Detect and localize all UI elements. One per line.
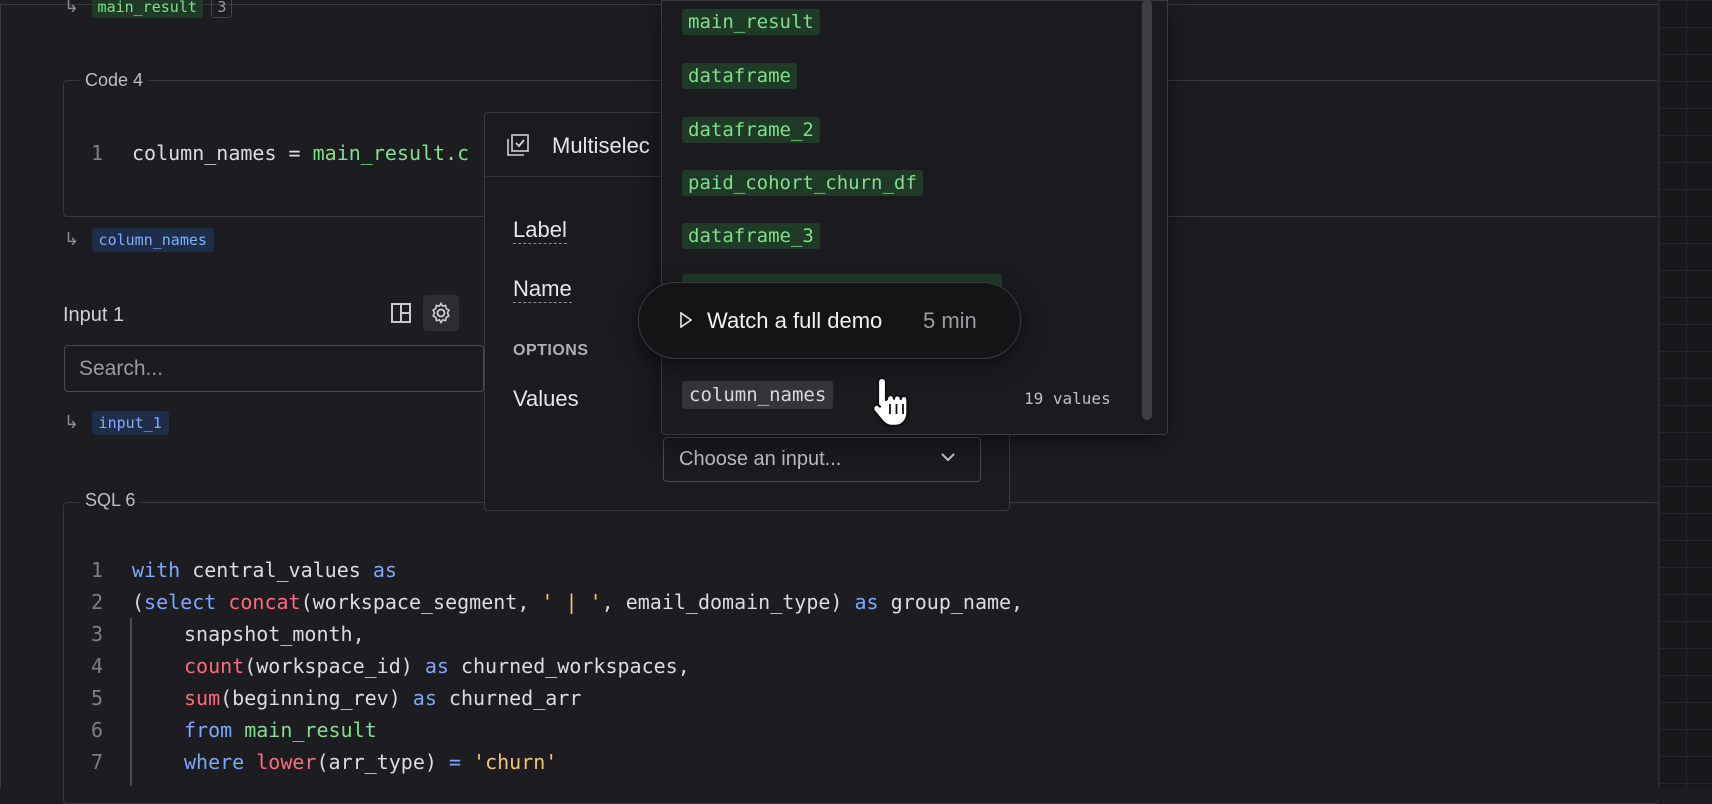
sql-line-6: 6 from main_result bbox=[77, 718, 377, 742]
input-1-title: Input 1 bbox=[63, 304, 125, 326]
cell-title: Code 4 bbox=[79, 70, 150, 91]
sql-line-5: 5 sum(beginning_rev) as churned_arr bbox=[77, 686, 581, 710]
dropdown-option-selected[interactable]: column_names bbox=[682, 381, 834, 409]
line-number: 1 bbox=[90, 558, 104, 582]
code-token: , email_domain_type) bbox=[601, 590, 855, 614]
dropdown-option[interactable]: paid_cohort_churn_df bbox=[682, 170, 923, 196]
gear-icon[interactable] bbox=[423, 295, 459, 331]
code-token: central_values bbox=[180, 558, 373, 582]
code-4-output: ↳ column_names bbox=[64, 228, 214, 252]
sql-line-7: 7 where lower(arr_type) = 'churn' bbox=[77, 750, 557, 774]
label-field-label: Label bbox=[513, 217, 567, 244]
options-header: OPTIONS bbox=[513, 342, 589, 359]
output-count-badge: 3 bbox=[211, 0, 233, 18]
code-token: ' | ' bbox=[541, 590, 602, 614]
top-output-row: ↳ main_result 3 bbox=[64, 0, 233, 18]
line-number: 6 bbox=[90, 718, 104, 742]
dropdown-option[interactable]: dataframe_2 bbox=[682, 117, 820, 143]
search-input[interactable]: Search... bbox=[64, 345, 484, 392]
values-dropdown[interactable]: main_result dataframe dataframe_2 paid_c… bbox=[661, 0, 1168, 435]
code-token: column_names bbox=[132, 141, 277, 165]
line-number: 4 bbox=[90, 654, 104, 678]
watch-demo-button[interactable]: Watch a full demo 5 min bbox=[638, 282, 1021, 359]
dropdown-option[interactable]: dataframe bbox=[682, 63, 797, 89]
code-token: churned_workspaces, bbox=[448, 654, 690, 678]
dropdown-scrollbar[interactable] bbox=[1142, 0, 1152, 420]
code-token: 'churn' bbox=[473, 750, 558, 774]
code-token: as bbox=[854, 590, 879, 614]
layout-icon[interactable] bbox=[386, 298, 416, 328]
sql-line-2: 2 (select concat(workspace_segment, ' | '… bbox=[77, 590, 1023, 614]
code-token: churned_arr bbox=[436, 686, 582, 710]
code-token: (workspace_segment, bbox=[300, 590, 542, 614]
multiselect-icon bbox=[503, 130, 533, 160]
values-field-label: Values bbox=[513, 386, 579, 411]
chevron-down-icon bbox=[939, 448, 957, 472]
code-token: with bbox=[132, 558, 181, 582]
output-arrow-icon: ↳ bbox=[64, 412, 80, 432]
demo-duration: 5 min bbox=[923, 308, 977, 333]
demo-label: Watch a full demo bbox=[707, 308, 883, 333]
output-pill-main-result[interactable]: main_result bbox=[91, 0, 203, 18]
code-token: as bbox=[372, 558, 397, 582]
sql-line-3: 3 snapshot_month, bbox=[77, 622, 365, 646]
code-line-1: 1 column_names = main_result.c bbox=[77, 141, 469, 165]
select-placeholder: Choose an input... bbox=[679, 448, 842, 470]
code-token: snapshot_month, bbox=[184, 622, 365, 646]
code-token: (arr_type) bbox=[316, 750, 449, 774]
line-number: 7 bbox=[90, 750, 104, 774]
code-token: as bbox=[412, 686, 437, 710]
input-1-output: ↳ input_1 bbox=[64, 411, 169, 435]
code-token: sum bbox=[184, 686, 221, 710]
code-token: = bbox=[448, 750, 461, 774]
dropdown-option[interactable]: dataframe_3 bbox=[682, 223, 820, 249]
code-token: (beginning_rev) bbox=[220, 686, 413, 710]
play-icon bbox=[679, 311, 693, 333]
cell-title: SQL 6 bbox=[79, 490, 142, 511]
code-token: main_result.c bbox=[312, 141, 470, 165]
values-select[interactable]: Choose an input... bbox=[663, 437, 981, 482]
code-token: group_name, bbox=[878, 590, 1024, 614]
selected-option-pill: column_names bbox=[682, 381, 834, 409]
panel-title: Multiselec bbox=[552, 133, 650, 158]
code-token: where bbox=[184, 750, 245, 774]
output-arrow-icon: ↳ bbox=[64, 0, 80, 16]
output-pill-input-1[interactable]: input_1 bbox=[91, 411, 169, 435]
code-token: main_result bbox=[244, 718, 377, 742]
line-number: 2 bbox=[90, 590, 104, 614]
output-pill-column-names[interactable]: column_names bbox=[91, 228, 214, 252]
code-token: count bbox=[184, 654, 245, 678]
code-token: lower bbox=[256, 750, 317, 774]
line-number: 3 bbox=[90, 622, 104, 646]
code-token: select bbox=[144, 590, 217, 614]
hand-cursor-icon bbox=[870, 374, 916, 435]
code-token: as bbox=[424, 654, 449, 678]
name-field-label: Name bbox=[513, 276, 572, 303]
line-number: 5 bbox=[90, 686, 104, 710]
sql-line-1: 1 with central_values as bbox=[77, 558, 397, 582]
sql-line-4: 4 count(workspace_id) as churned_workspac… bbox=[77, 654, 690, 678]
values-count: 19 values bbox=[1024, 389, 1111, 408]
code-token: from bbox=[184, 718, 233, 742]
code-token: concat bbox=[228, 590, 301, 614]
code-token: (workspace_id) bbox=[244, 654, 425, 678]
line-number: 1 bbox=[90, 141, 104, 165]
output-arrow-icon: ↳ bbox=[64, 229, 80, 249]
dropdown-option[interactable]: main_result bbox=[682, 9, 820, 35]
right-gutter bbox=[1658, 0, 1712, 788]
code-token: = bbox=[276, 141, 313, 165]
code-token: ( bbox=[132, 590, 145, 614]
left-border bbox=[0, 4, 1, 788]
